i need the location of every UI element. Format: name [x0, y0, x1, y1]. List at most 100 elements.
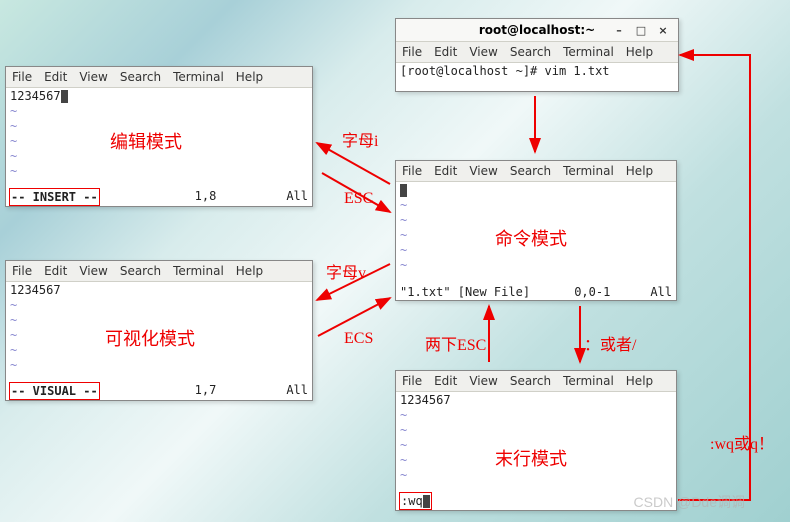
label-colon-slash: ：或者/ — [584, 331, 636, 355]
menu-help[interactable]: Help — [626, 164, 653, 178]
label-ecs: ECS — [344, 330, 373, 348]
menu-view[interactable]: View — [79, 70, 107, 84]
status-line: -- INSERT -- 1,8 All — [6, 188, 312, 206]
menu-help[interactable]: Help — [236, 70, 263, 84]
tilde-line: ~ — [6, 164, 312, 179]
menu-file[interactable]: File — [12, 70, 32, 84]
scroll-pct: All — [286, 382, 308, 400]
status-line: -- VISUAL -- 1,7 All — [6, 382, 312, 400]
status-line: :wq — [396, 492, 676, 510]
menubar: File Edit View Search Terminal Help — [396, 161, 676, 182]
menu-search[interactable]: Search — [120, 70, 161, 84]
arrow-wq-to-top — [678, 55, 750, 500]
status-line: "1.txt" [New File] 0,0-1 All — [396, 284, 676, 300]
tilde-line: ~ — [396, 453, 676, 468]
menubar: File Edit View Search Terminal Help — [396, 42, 678, 63]
tilde-line: ~ — [396, 423, 676, 438]
menu-view[interactable]: View — [469, 164, 497, 178]
menu-terminal[interactable]: Terminal — [563, 45, 614, 59]
menu-edit[interactable]: Edit — [44, 70, 67, 84]
file-status: "1.txt" [New File] — [400, 284, 530, 300]
tilde-line: ~ — [6, 358, 312, 373]
scroll-pct: All — [650, 284, 672, 300]
menu-view[interactable]: View — [79, 264, 107, 278]
shell-prompt: [root@localhost ~]# vim 1.txt — [396, 63, 678, 79]
terminal-content[interactable]: [root@localhost ~]# vim 1.txt — [396, 63, 678, 91]
label-wq: :wq或q！ — [710, 430, 774, 454]
tilde-line: ~ — [396, 258, 676, 273]
cursor-pos: 0,0-1 — [574, 284, 610, 300]
terminal-insert: File Edit View Search Terminal Help 1234… — [5, 66, 313, 207]
menubar: File Edit View Search Terminal Help — [396, 371, 676, 392]
tilde-line: ~ — [6, 104, 312, 119]
editor-content[interactable]: 1234567 ~ ~ ~ ~ ~ -- INSERT -- 1,8 All — [6, 88, 312, 206]
tilde-line: ~ — [396, 438, 676, 453]
terminal-top: root@localhost:~ – □ × File Edit View Se… — [395, 18, 679, 92]
mode-indicator: -- INSERT -- — [9, 188, 100, 206]
menu-view[interactable]: View — [469, 374, 497, 388]
editor-content[interactable]: ~ ~ ~ ~ ~ "1.txt" [New File] 0,0-1 All — [396, 182, 676, 300]
menu-terminal[interactable]: Terminal — [563, 164, 614, 178]
arrow-from-visual — [318, 298, 390, 336]
window-title: root@localhost:~ — [479, 23, 595, 37]
tilde-line: ~ — [396, 243, 676, 258]
tilde-line: ~ — [6, 134, 312, 149]
editor-content[interactable]: 1234567 ~ ~ ~ ~ ~ :wq — [396, 392, 676, 510]
tilde-line: ~ — [396, 468, 676, 483]
menu-search[interactable]: Search — [510, 45, 551, 59]
text-line: 1234567 — [396, 392, 676, 408]
window-buttons: – □ × — [608, 19, 674, 41]
menu-file[interactable]: File — [12, 264, 32, 278]
command-input: :wq — [399, 492, 432, 510]
terminal-command: File Edit View Search Terminal Help ~ ~ … — [395, 160, 677, 301]
tilde-line: ~ — [6, 149, 312, 164]
minimize-button[interactable]: – — [608, 21, 630, 39]
menu-view[interactable]: View — [469, 45, 497, 59]
label-esc: ESC — [344, 190, 373, 208]
menu-edit[interactable]: Edit — [44, 264, 67, 278]
menu-terminal[interactable]: Terminal — [173, 264, 224, 278]
tilde-line: ~ — [6, 119, 312, 134]
cursor-icon — [61, 90, 68, 103]
cursor-pos: 1,7 — [195, 382, 217, 400]
menu-terminal[interactable]: Terminal — [563, 374, 614, 388]
tilde-line: ~ — [396, 228, 676, 243]
tilde-line: ~ — [6, 343, 312, 358]
label-letter-i: 字母i — [342, 127, 378, 151]
menu-search[interactable]: Search — [510, 164, 551, 178]
menu-edit[interactable]: Edit — [434, 164, 457, 178]
menubar: File Edit View Search Terminal Help — [6, 261, 312, 282]
menu-edit[interactable]: Edit — [434, 374, 457, 388]
menu-terminal[interactable]: Terminal — [173, 70, 224, 84]
terminal-lastline: File Edit View Search Terminal Help 1234… — [395, 370, 677, 511]
arrow-to-visual — [317, 264, 390, 300]
menu-file[interactable]: File — [402, 164, 422, 178]
tilde-line: ~ — [6, 328, 312, 343]
text-line: 1234567 — [6, 282, 312, 298]
menu-search[interactable]: Search — [510, 374, 551, 388]
editor-content[interactable]: 1234567 ~ ~ ~ ~ ~ -- VISUAL -- 1,7 All — [6, 282, 312, 400]
close-button[interactable]: × — [652, 21, 674, 39]
scroll-pct: All — [286, 188, 308, 206]
menu-help[interactable]: Help — [236, 264, 263, 278]
menu-file[interactable]: File — [402, 45, 422, 59]
menu-file[interactable]: File — [402, 374, 422, 388]
menu-edit[interactable]: Edit — [434, 45, 457, 59]
tilde-line: ~ — [6, 313, 312, 328]
cursor-icon — [400, 184, 407, 197]
titlebar: root@localhost:~ – □ × — [396, 19, 678, 42]
label-letter-v: 字母v — [326, 259, 366, 283]
cursor-pos: 1,8 — [195, 188, 217, 206]
mode-indicator: -- VISUAL -- — [9, 382, 100, 400]
label-double-esc: 两下ESC — [425, 331, 486, 355]
tilde-line: ~ — [396, 198, 676, 213]
menu-search[interactable]: Search — [120, 264, 161, 278]
tilde-line: ~ — [396, 408, 676, 423]
tilde-line: ~ — [6, 298, 312, 313]
arrow-from-insert — [322, 173, 390, 212]
menu-help[interactable]: Help — [626, 374, 653, 388]
menu-help[interactable]: Help — [626, 45, 653, 59]
text-line: 1234567 — [6, 88, 312, 104]
maximize-button[interactable]: □ — [630, 21, 652, 39]
text-line — [396, 182, 676, 198]
